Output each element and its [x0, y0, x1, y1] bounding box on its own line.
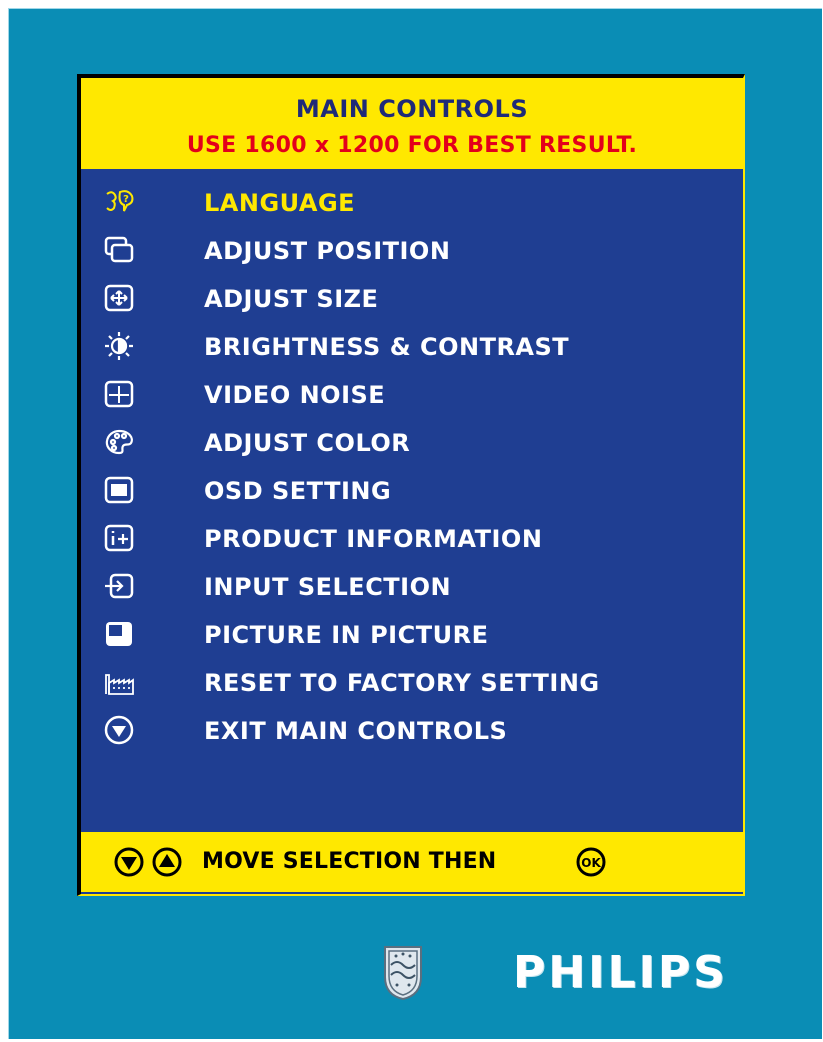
menu-item-label: ADJUST POSITION	[204, 237, 451, 265]
info-icon	[104, 524, 134, 552]
menu-item-adjust-size[interactable]: ADJUST SIZE	[81, 278, 743, 318]
factory-icon	[105, 674, 134, 695]
philips-shield-logo	[384, 946, 422, 1001]
palette-icon	[105, 429, 133, 455]
menu-item-label: VIDEO NOISE	[204, 381, 386, 409]
osd-footer: MOVE SELECTION THEN OK	[81, 832, 743, 892]
pip-icon	[106, 622, 132, 646]
adjust-position-icon	[104, 236, 134, 263]
osd-main-controls: MAIN CONTROLS USE 1600 x 1200 FOR BEST R…	[77, 74, 745, 896]
brightness-icon	[105, 332, 133, 360]
menu-item-adjust-position[interactable]: ADJUST POSITION	[81, 230, 743, 270]
menu-item-label: ADJUST SIZE	[204, 285, 379, 313]
menu-item-picture-in-picture[interactable]: PICTURE IN PICTURE	[81, 614, 743, 654]
menu-item-label: PICTURE IN PICTURE	[204, 621, 489, 649]
video-noise-icon	[104, 380, 134, 408]
menu-item-label: INPUT SELECTION	[204, 573, 452, 601]
menu-item-language[interactable]: ? LANGUAGE	[81, 182, 743, 222]
menu-item-brightness-contrast[interactable]: BRIGHTNESS & CONTRAST	[81, 326, 743, 366]
menu-item-video-noise[interactable]: VIDEO NOISE	[81, 374, 743, 414]
menu-item-label: ADJUST COLOR	[204, 429, 411, 457]
menu-item-label: PRODUCT INFORMATION	[204, 525, 543, 553]
ok-button-icon[interactable]: OK	[575, 846, 607, 878]
adjust-size-icon	[104, 284, 134, 312]
input-icon	[105, 573, 134, 599]
exit-icon	[104, 715, 134, 745]
language-icon: ?	[106, 190, 134, 212]
osd-subtitle: USE 1600 x 1200 FOR BEST RESULT.	[186, 133, 638, 158]
menu-item-adjust-color[interactable]: ADJUST COLOR	[81, 422, 743, 462]
philips-wordmark: PHILIPS	[513, 947, 728, 998]
up-arrow-icon[interactable]	[151, 846, 183, 878]
menu-item-label: BRIGHTNESS & CONTRAST	[204, 333, 570, 361]
menu-item-label: EXIT MAIN CONTROLS	[204, 717, 508, 745]
menu-item-label: OSD SETTING	[204, 477, 392, 505]
menu-item-osd-setting[interactable]: OSD SETTING	[81, 470, 743, 510]
menu-item-input-selection[interactable]: INPUT SELECTION	[81, 566, 743, 606]
menu-item-exit[interactable]: EXIT MAIN CONTROLS	[81, 710, 743, 750]
down-arrow-icon[interactable]	[113, 846, 145, 878]
menu-item-reset-factory[interactable]: RESET TO FACTORY SETTING	[81, 662, 743, 702]
menu-item-label: LANGUAGE	[204, 189, 356, 217]
ok-label: OK	[581, 856, 601, 870]
osd-setting-icon	[104, 476, 134, 504]
menu-item-product-information[interactable]: PRODUCT INFORMATION	[81, 518, 743, 558]
osd-header: MAIN CONTROLS USE 1600 x 1200 FOR BEST R…	[81, 78, 743, 169]
footer-instruction: MOVE SELECTION THEN	[202, 849, 497, 874]
menu-item-label: RESET TO FACTORY SETTING	[204, 669, 600, 697]
svg-text:?: ?	[123, 194, 129, 205]
osd-title: MAIN CONTROLS	[295, 95, 529, 123]
